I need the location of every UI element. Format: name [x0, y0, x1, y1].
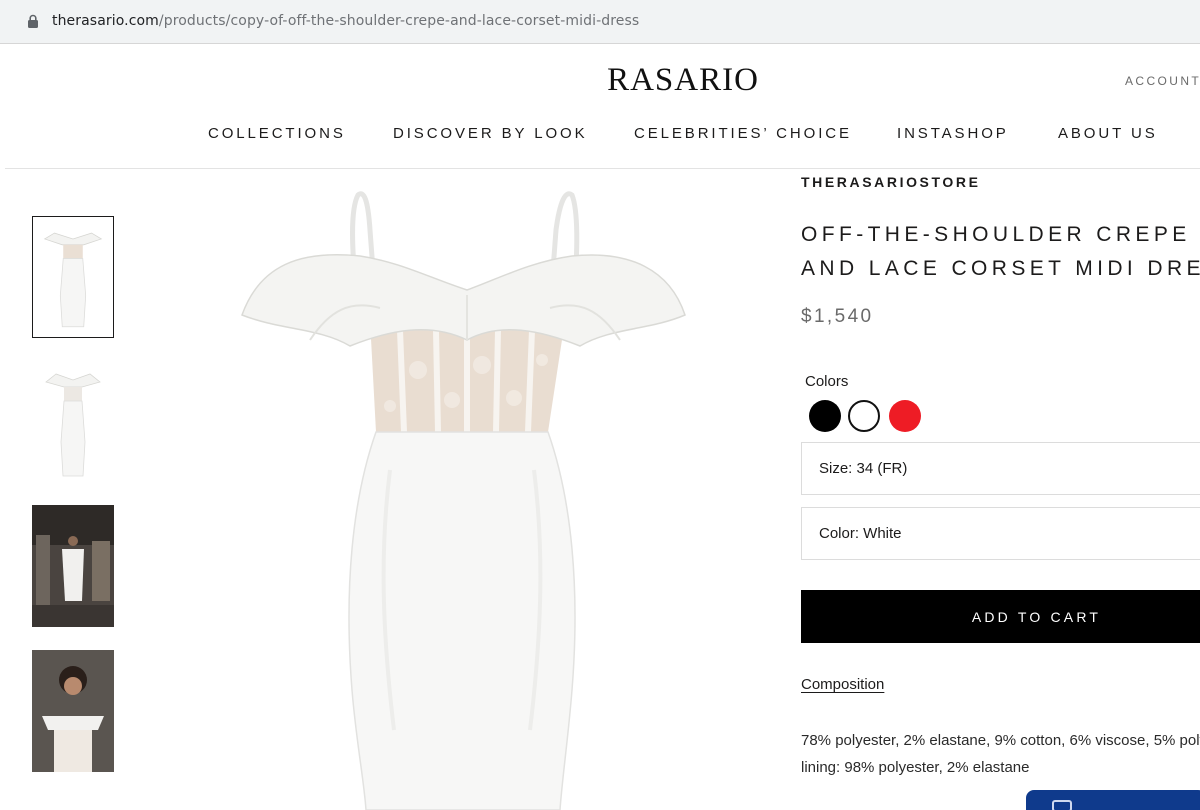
composition-line-1: 78% polyester, 2% elastane, 9% cotton, 6… — [801, 732, 1200, 749]
nav-item-discover-by-look[interactable]: DISCOVER BY LOOK — [393, 125, 588, 142]
site-logo[interactable]: RASARIO — [0, 62, 1200, 99]
product-title: OFF-THE-SHOULDER CREPE AND LACE CORSET M… — [801, 218, 1200, 286]
thumbnail-model-full[interactable] — [32, 505, 114, 627]
main-product-image[interactable] — [180, 170, 750, 810]
nav-item-collections[interactable]: COLLECTIONS — [208, 125, 346, 142]
thumbnail-model-closeup[interactable] — [32, 650, 114, 772]
browser-address-bar: therasario.com/products/copy-of-off-the-… — [0, 0, 1200, 44]
product-price: $1,540 — [801, 306, 874, 327]
account-link[interactable]: ACCOUNT — [1125, 74, 1200, 88]
colors-label: Colors — [805, 373, 849, 390]
thumbnail-front-view[interactable] — [32, 216, 114, 338]
nav-item-about-us[interactable]: ABOUT US — [1058, 125, 1158, 142]
chat-widget-button[interactable] — [1026, 790, 1200, 810]
composition-line-2: lining: 98% polyester, 2% elastane — [801, 759, 1030, 776]
thumbnail-back-view[interactable] — [32, 362, 114, 484]
nav-item-celebrities-choice[interactable]: CELEBRITIES’ CHOICE — [634, 125, 852, 142]
add-to-cart-label: ADD TO CART — [971, 608, 1102, 625]
chat-icon — [1052, 800, 1072, 810]
product-title-line-2: AND LACE CORSET MIDI DRESS — [801, 257, 1200, 280]
header-divider — [5, 168, 1200, 169]
color-select[interactable]: Color: White — [801, 507, 1200, 560]
url-field[interactable]: therasario.com/products/copy-of-off-the-… — [8, 4, 1200, 38]
color-swatch-red[interactable] — [889, 400, 921, 432]
color-swatch-white[interactable] — [848, 400, 880, 432]
main-nav: COLLECTIONS DISCOVER BY LOOK CELEBRITIES… — [0, 125, 1200, 145]
color-swatch-black[interactable] — [809, 400, 841, 432]
lock-icon[interactable] — [24, 12, 42, 30]
composition-description: 78% polyester, 2% elastane, 9% cotton, 6… — [801, 727, 1200, 781]
size-select[interactable]: Size: 34 (FR) — [801, 442, 1200, 495]
url-path: /products/copy-of-off-the-shoulder-crepe… — [158, 13, 640, 29]
nav-item-instashop[interactable]: INSTASHOP — [897, 125, 1009, 142]
url-domain: therasario.com — [52, 13, 159, 29]
product-vendor[interactable]: THERASARIOSTORE — [801, 174, 981, 190]
product-title-line-1: OFF-THE-SHOULDER CREPE — [801, 223, 1191, 246]
add-to-cart-button[interactable]: ADD TO CART — [801, 590, 1200, 643]
composition-link[interactable]: Composition — [801, 676, 884, 693]
url-text: therasario.com/products/copy-of-off-the-… — [52, 13, 639, 29]
